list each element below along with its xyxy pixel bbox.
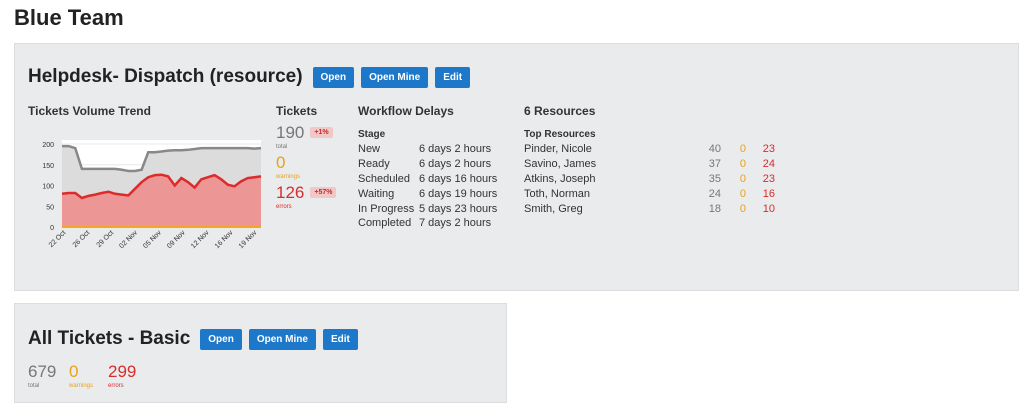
chart-ytick-label: 0 bbox=[50, 225, 54, 232]
stage-name: Waiting bbox=[358, 187, 395, 200]
chart-xtick-label: 05 Nov bbox=[142, 229, 163, 250]
stage-delay: 6 days 2 hours bbox=[419, 143, 492, 156]
total-stat: 679 total bbox=[28, 362, 57, 390]
errors-badge: +57% bbox=[310, 187, 337, 198]
table-row: New 6 days 2 hours bbox=[358, 142, 497, 157]
chart-ytick-label: 50 bbox=[46, 204, 54, 211]
workflow-delays-table: Stage New 6 days 2 hours Ready 6 days 2 ho… bbox=[358, 126, 497, 231]
top-resources-table: Top Resources Pinder, Nicole 40 0 23 Savino… bbox=[524, 126, 775, 216]
errors-value: 299 bbox=[108, 362, 137, 381]
panel-header: All Tickets - Basic Open Open Mine Edit bbox=[28, 328, 365, 350]
stage-delay: 6 days 2 hours bbox=[419, 158, 492, 171]
total-value: 679 bbox=[28, 362, 57, 381]
resource-warnings: 0 bbox=[739, 158, 746, 171]
table-row[interactable]: Atkins, Joseph 35 0 23 bbox=[524, 172, 775, 187]
table-row: Waiting 6 days 19 hours bbox=[358, 186, 497, 201]
table-row: Completed 7 days 2 hours bbox=[358, 216, 497, 231]
table-row: In Progress 5 days 23 hours bbox=[358, 201, 497, 216]
total-value: 190 bbox=[276, 123, 305, 142]
workflow-stage-header: Stage bbox=[358, 128, 386, 140]
stage-delay: 6 days 19 hours bbox=[419, 187, 498, 200]
errors-stat: 126 +57% errors bbox=[276, 183, 337, 210]
table-row: Scheduled 6 days 16 hours bbox=[358, 172, 497, 187]
resource-warnings: 0 bbox=[739, 143, 746, 156]
warnings-label: warnings bbox=[276, 174, 301, 180]
top-resources-header: Top Resources bbox=[524, 128, 596, 140]
errors-stat: 299 errors bbox=[108, 362, 137, 390]
resource-errors: 23 bbox=[762, 143, 775, 156]
chart-xtick-label: 26 Oct bbox=[72, 229, 92, 249]
chart-ytick-label: 150 bbox=[42, 163, 54, 170]
resource-name: Pinder, Nicole bbox=[524, 143, 592, 156]
resource-total: 40 bbox=[708, 143, 721, 156]
resource-name: Savino, James bbox=[524, 158, 597, 171]
open-button[interactable]: Open bbox=[312, 66, 355, 88]
open-mine-button[interactable]: Open Mine bbox=[248, 328, 316, 350]
resource-errors: 23 bbox=[762, 172, 775, 185]
warnings-value: 0 bbox=[69, 362, 79, 381]
stage-name: Ready bbox=[358, 158, 390, 171]
resource-name: Smith, Greg bbox=[524, 202, 583, 215]
resource-total: 35 bbox=[708, 172, 721, 185]
total-badge: +1% bbox=[310, 127, 333, 138]
warnings-stat: 0 warnings bbox=[276, 153, 301, 181]
errors-value: 126 bbox=[276, 183, 305, 202]
table-row[interactable]: Smith, Greg 18 0 10 bbox=[524, 201, 775, 216]
panel-title: Helpdesk- Dispatch (resource) bbox=[28, 66, 303, 87]
stage-name: New bbox=[358, 143, 381, 156]
chart-xtick-label: 12 Nov bbox=[190, 229, 211, 250]
table-row[interactable]: Toth, Norman 24 0 16 bbox=[524, 186, 775, 201]
resource-warnings: 0 bbox=[739, 172, 746, 185]
chart-xtick-label: 29 Oct bbox=[96, 229, 116, 249]
resource-errors: 24 bbox=[762, 158, 775, 171]
chart-ytick-label: 100 bbox=[42, 184, 54, 191]
panel-title: All Tickets - Basic bbox=[28, 328, 191, 349]
errors-label: errors bbox=[108, 383, 124, 389]
warnings-value: 0 bbox=[276, 153, 286, 172]
chart-xtick-label: 19 Nov bbox=[238, 229, 259, 250]
errors-label: errors bbox=[276, 204, 292, 210]
resource-total: 37 bbox=[708, 158, 721, 171]
resource-errors: 10 bbox=[762, 202, 775, 215]
workflow-title: Workflow Delays bbox=[358, 104, 454, 118]
edit-button[interactable]: Edit bbox=[322, 328, 358, 350]
table-row[interactable]: Savino, James 37 0 24 bbox=[524, 157, 775, 172]
tickets-volume-chart: 0 50 100 150 200 22 Oct 26 Oct 29 Oct 02 Nov 05 N… bbox=[42, 140, 262, 250]
warnings-label: warnings bbox=[69, 383, 94, 389]
stage-delay: 6 days 16 hours bbox=[419, 172, 498, 185]
panel-header: Helpdesk- Dispatch (resource) Open Open … bbox=[28, 66, 477, 88]
stage-delay: 5 days 23 hours bbox=[419, 202, 498, 215]
warnings-stat: 0 warnings bbox=[69, 362, 94, 390]
resources-title: 6 Resources bbox=[524, 104, 596, 118]
resource-warnings: 0 bbox=[739, 202, 746, 215]
resource-name: Toth, Norman bbox=[524, 187, 591, 200]
resource-name: Atkins, Joseph bbox=[524, 172, 596, 185]
table-row[interactable]: Pinder, Nicole 40 0 23 bbox=[524, 142, 775, 157]
stage-name: Scheduled bbox=[358, 172, 410, 185]
resource-total: 24 bbox=[708, 187, 721, 200]
chart-xtick-label: 02 Nov bbox=[118, 229, 139, 250]
total-label: total bbox=[276, 144, 288, 150]
resource-total: 18 bbox=[708, 202, 721, 215]
trend-title: Tickets Volume Trend bbox=[28, 104, 151, 118]
dashboard-panel-helpdesk: Helpdesk- Dispatch (resource) Open Open … bbox=[14, 43, 1019, 291]
resource-errors: 16 bbox=[762, 187, 775, 200]
dashboard-panel-all-tickets: All Tickets - Basic Open Open Mine Edit … bbox=[14, 303, 507, 403]
stage-name: In Progress bbox=[358, 202, 415, 215]
chart-xtick-label: 22 Oct bbox=[48, 229, 68, 249]
chart-xtick-label: 09 Nov bbox=[166, 229, 187, 250]
open-mine-button[interactable]: Open Mine bbox=[361, 66, 429, 88]
edit-button[interactable]: Edit bbox=[435, 66, 471, 88]
table-row: Ready 6 days 2 hours bbox=[358, 157, 497, 172]
total-stat: 190 +1% total bbox=[276, 124, 333, 150]
total-label: total bbox=[28, 383, 40, 389]
chart-ytick-label: 200 bbox=[42, 142, 54, 149]
stage-delay: 7 days 2 hours bbox=[419, 217, 492, 230]
page-title: Blue Team bbox=[14, 5, 124, 30]
resource-warnings: 0 bbox=[739, 187, 746, 200]
stage-name: Completed bbox=[358, 217, 412, 230]
tickets-title: Tickets bbox=[276, 104, 318, 118]
open-button[interactable]: Open bbox=[200, 328, 242, 350]
chart-xtick-label: 16 Nov bbox=[214, 229, 235, 250]
